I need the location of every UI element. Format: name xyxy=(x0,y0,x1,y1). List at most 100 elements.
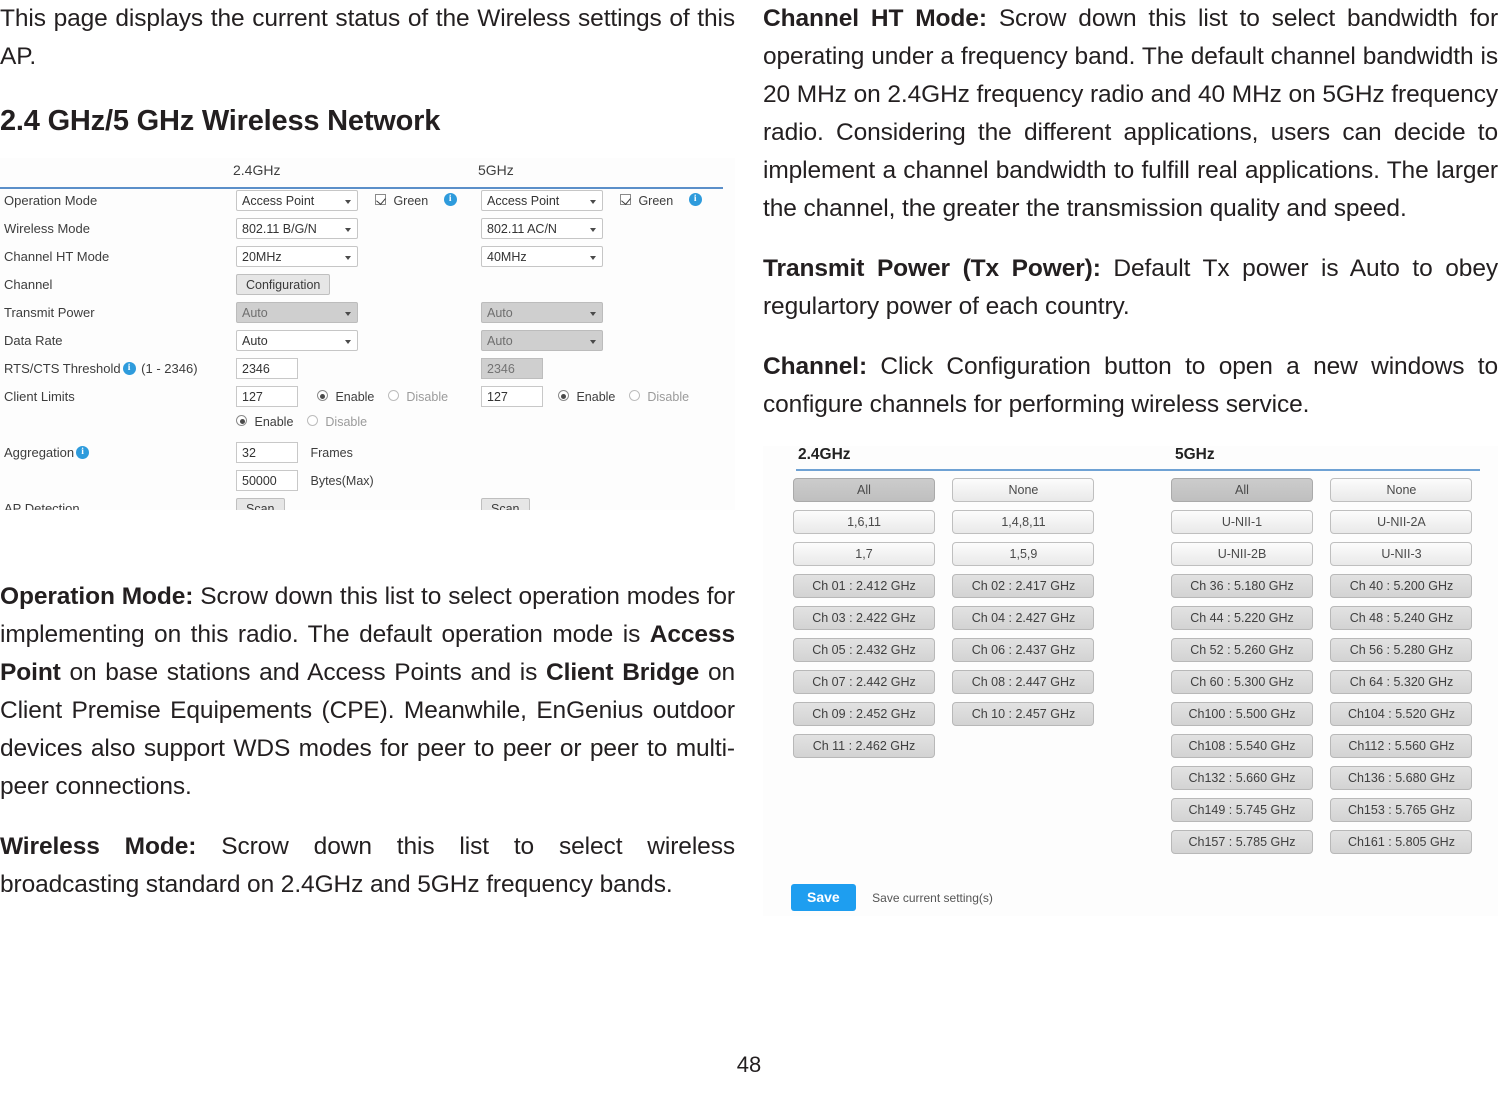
save-note: Save current setting(s) xyxy=(872,890,993,905)
row-label-operation-mode: Operation Mode xyxy=(4,193,98,208)
aggregation-label-text: Aggregation xyxy=(4,445,75,460)
table-row: 50000 Bytes(Max) xyxy=(0,468,735,496)
channel-button[interactable]: Ch149 : 5.745 GHz xyxy=(1171,798,1313,822)
rts-cts-label-text: RTS/CTS Threshold xyxy=(4,361,121,376)
channel-button[interactable]: Ch136 : 5.680 GHz xyxy=(1330,766,1473,790)
row-label-wireless-mode: Wireless Mode xyxy=(4,221,90,236)
channel-button[interactable]: Ch153 : 5.765 GHz xyxy=(1330,798,1473,822)
wireless-mode-term: Wireless Mode: xyxy=(0,833,197,860)
transmit-power-24ghz-select[interactable]: Auto xyxy=(236,302,358,323)
channel-button[interactable]: Ch161 : 5.805 GHz xyxy=(1330,830,1473,854)
info-icon[interactable]: i xyxy=(122,362,136,376)
row-label-client-limits: Client Limits xyxy=(4,389,75,404)
channel-button[interactable]: Ch 56 : 5.280 GHz xyxy=(1330,638,1473,662)
operation-mode-term: Operation Mode: xyxy=(0,583,194,610)
info-icon[interactable]: i xyxy=(443,193,457,206)
channel-button[interactable]: Ch 11 : 2.462 GHz xyxy=(793,734,935,758)
client-limits-5ghz-input[interactable]: 127 xyxy=(481,386,543,407)
client-limits-5ghz-enable-radio[interactable] xyxy=(557,390,569,401)
client-limits-5ghz-disable-radio[interactable] xyxy=(628,390,640,401)
client-limits-24ghz-disable-radio[interactable] xyxy=(387,390,399,401)
channel-ht-mode-5ghz-cell: 40MHz xyxy=(481,246,603,267)
green-24ghz-checkbox[interactable] xyxy=(374,194,386,205)
green-5ghz-checkbox[interactable] xyxy=(619,194,631,205)
aggregation-bytes-unit: Bytes(Max) xyxy=(310,473,374,488)
channel-button[interactable]: Ch 10 : 2.457 GHz xyxy=(952,702,1095,726)
info-icon[interactable]: i xyxy=(688,193,702,206)
data-rate-5ghz-select[interactable]: Auto xyxy=(481,330,603,351)
channel-paragraph: Channel: Click Configuration button to o… xyxy=(763,348,1498,424)
wireless-mode-24ghz-select[interactable]: 802.11 B/G/N xyxy=(236,218,358,239)
aggregation-disable-radio[interactable] xyxy=(306,415,318,427)
client-limits-5ghz-disable-label: Disable xyxy=(647,389,690,404)
channel-button[interactable]: Ch157 : 5.785 GHz xyxy=(1171,830,1313,854)
wireless-mode-5ghz-select[interactable]: 802.11 AC/N xyxy=(481,218,603,239)
preset-button-1-4-8-11[interactable]: 1,4,8,11 xyxy=(952,510,1095,534)
table-row: Channel HT Mode 20MHz 40MHz xyxy=(0,244,735,272)
client-limits-5ghz-enable-label: Enable xyxy=(576,389,616,404)
preset-button-all-5ghz[interactable]: All xyxy=(1171,478,1313,502)
preset-button-u-nii-2b[interactable]: U-NII-2B xyxy=(1171,542,1313,566)
channel-ht-mode-5ghz-select[interactable]: 40MHz xyxy=(481,246,603,267)
channel-button[interactable]: Ch 48 : 5.240 GHz xyxy=(1330,606,1473,630)
channel-button[interactable]: Ch 36 : 5.180 GHz xyxy=(1171,574,1313,598)
row-label-ap-detection: AP Detection xyxy=(4,501,80,510)
save-button[interactable]: Save xyxy=(791,884,856,911)
channel-button[interactable]: Ch 07 : 2.442 GHz xyxy=(793,670,935,694)
ap-detection-24ghz-scan-button[interactable]: Scan xyxy=(236,498,285,510)
aggregation-enable-radio[interactable] xyxy=(236,415,247,427)
rts-cts-5ghz-input[interactable]: 2346 xyxy=(481,358,543,379)
channel-ht-mode-text: Scrow down this list to select bandwidth… xyxy=(763,5,1498,222)
preset-button-none-5ghz[interactable]: None xyxy=(1330,478,1473,502)
channel-button[interactable]: Ch 08 : 2.447 GHz xyxy=(952,670,1095,694)
channel-button[interactable]: Ch 64 : 5.320 GHz xyxy=(1330,670,1473,694)
channel-button[interactable]: Ch 52 : 5.260 GHz xyxy=(1171,638,1313,662)
channel-button[interactable]: Ch 40 : 5.200 GHz xyxy=(1330,574,1473,598)
client-limits-24ghz-input[interactable]: 127 xyxy=(236,386,298,407)
ap-detection-5ghz-scan-button[interactable]: Scan xyxy=(481,498,530,510)
rts-cts-24ghz-input[interactable]: 2346 xyxy=(236,358,298,379)
operation-mode-5ghz-select[interactable]: Access Point xyxy=(481,190,603,211)
channel-button[interactable]: Ch 06 : 2.437 GHz xyxy=(952,638,1095,662)
channel-button[interactable]: Ch 09 : 2.452 GHz xyxy=(793,702,935,726)
transmit-power-24ghz-cell: Auto xyxy=(236,302,358,323)
channel-button[interactable]: Ch108 : 5.540 GHz xyxy=(1171,734,1313,758)
channel-button[interactable]: Ch104 : 5.520 GHz xyxy=(1330,702,1473,726)
preset-button-none-24ghz[interactable]: None xyxy=(952,478,1095,502)
preset-button-1-7[interactable]: 1,7 xyxy=(793,542,935,566)
data-rate-24ghz-cell: Auto xyxy=(236,330,358,351)
aggregation-bytes-input[interactable]: 50000 xyxy=(236,470,298,491)
operation-mode-24ghz-select[interactable]: Access Point xyxy=(236,190,358,211)
preset-button-u-nii-2a[interactable]: U-NII-2A xyxy=(1330,510,1473,534)
client-limits-24ghz-enable-radio[interactable] xyxy=(316,390,328,401)
channel-button[interactable]: Ch112 : 5.560 GHz xyxy=(1330,734,1473,758)
channel-button[interactable]: Ch 44 : 5.220 GHz xyxy=(1171,606,1313,630)
preset-button-u-nii-1[interactable]: U-NII-1 xyxy=(1171,510,1313,534)
preset-button-1-6-11[interactable]: 1,6,11 xyxy=(793,510,935,534)
preset-button-all-24ghz[interactable]: All xyxy=(793,478,935,502)
channel-button[interactable]: Ch 60 : 5.300 GHz xyxy=(1171,670,1313,694)
client-limits-24ghz-enable-label: Enable xyxy=(335,389,375,404)
configuration-button[interactable]: Configuration xyxy=(236,274,331,295)
info-icon[interactable]: i xyxy=(76,446,90,460)
channel-button[interactable]: Ch 01 : 2.412 GHz xyxy=(793,574,935,598)
channel-button[interactable]: Ch 05 : 2.432 GHz xyxy=(793,638,935,662)
data-rate-24ghz-select[interactable]: Auto xyxy=(236,330,358,351)
transmit-power-5ghz-select[interactable]: Auto xyxy=(481,302,603,323)
channel-button[interactable]: Ch 03 : 2.422 GHz xyxy=(793,606,935,630)
client-limits-5ghz-cell: 127 Enable Disable xyxy=(481,386,699,407)
channel-ht-mode-24ghz-select[interactable]: 20MHz xyxy=(236,246,358,267)
channel-ht-mode-paragraph: Channel HT Mode: Scrow down this list to… xyxy=(763,0,1498,228)
aggregation-frames-input[interactable]: 32 xyxy=(236,442,298,463)
channel-button[interactable]: Ch 04 : 2.427 GHz xyxy=(952,606,1095,630)
channel-button[interactable]: Ch 02 : 2.417 GHz xyxy=(952,574,1095,598)
preset-button-1-5-9[interactable]: 1,5,9 xyxy=(952,542,1095,566)
row-label-rts-cts-threshold: RTS/CTS Threshold i (1 - 2346) xyxy=(4,361,198,377)
channel-button[interactable]: Ch100 : 5.500 GHz xyxy=(1171,702,1313,726)
right-column: Channel HT Mode: Scrow down this list to… xyxy=(763,0,1498,916)
preset-button-u-nii-3[interactable]: U-NII-3 xyxy=(1330,542,1473,566)
ap-detection-5ghz-cell: Scan xyxy=(481,498,530,510)
row-label-channel-ht-mode: Channel HT Mode xyxy=(4,249,110,264)
table-row: Transmit Power Auto Auto xyxy=(0,300,735,328)
channel-button[interactable]: Ch132 : 5.660 GHz xyxy=(1171,766,1313,790)
